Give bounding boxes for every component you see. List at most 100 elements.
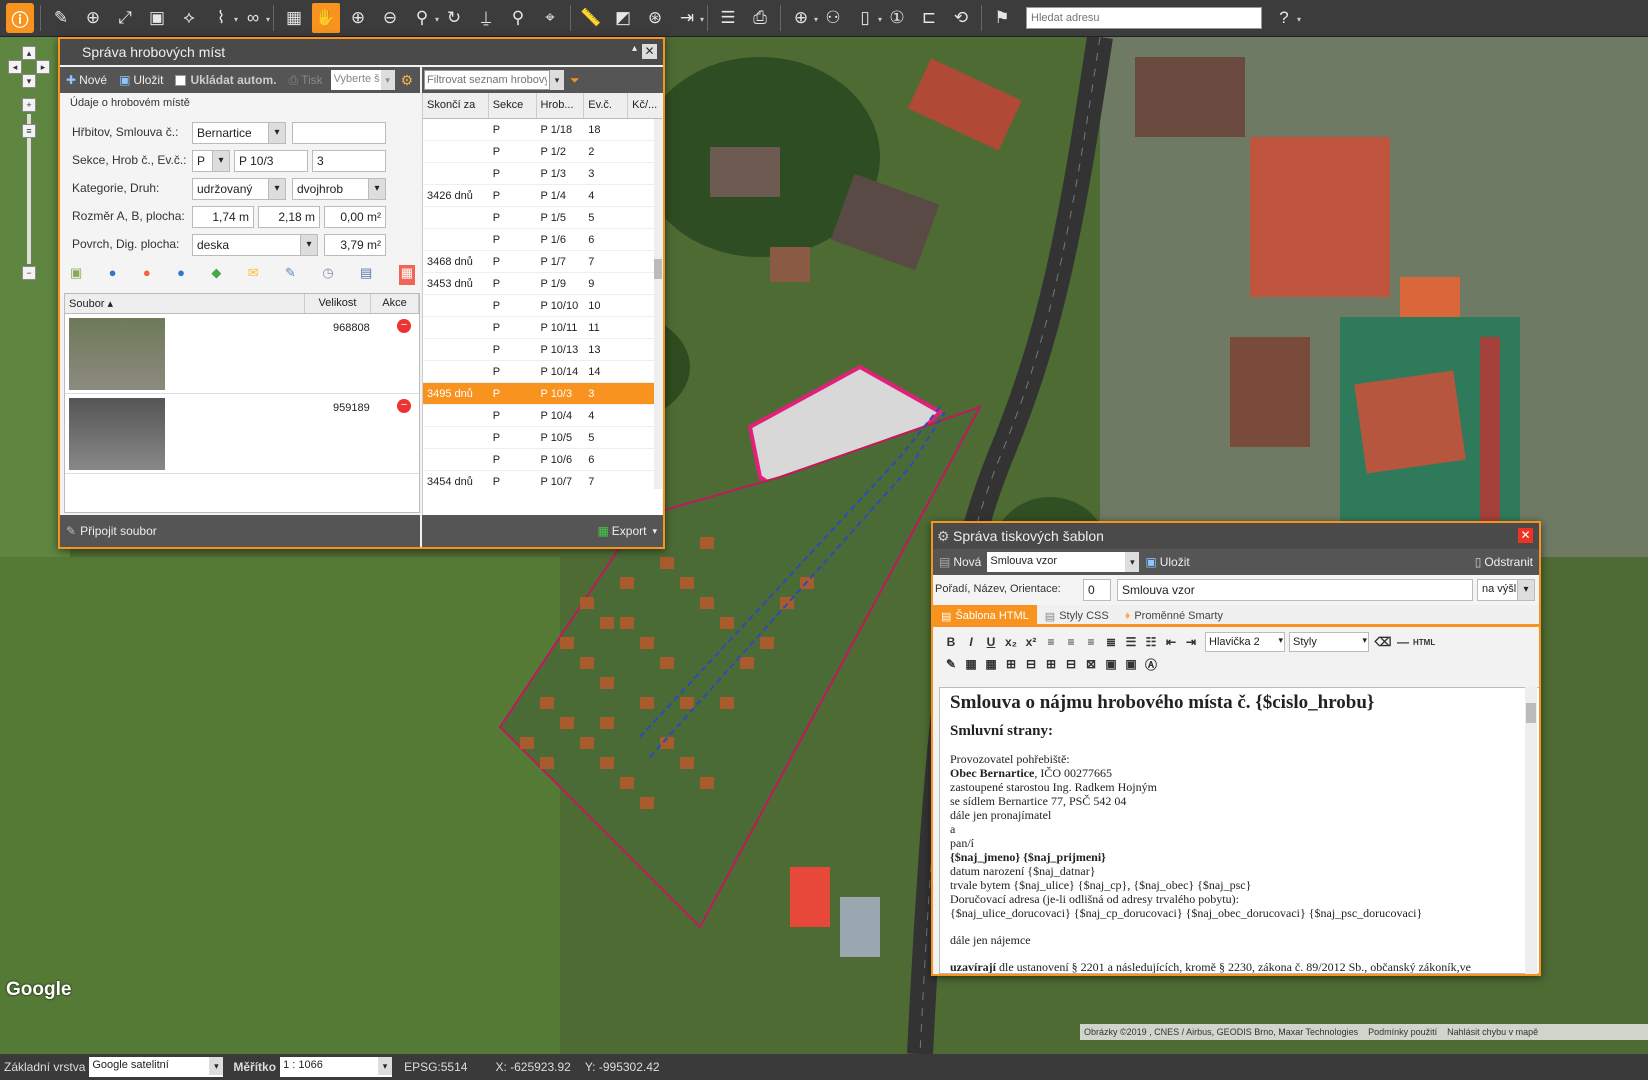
calculator-icon[interactable]: ▦ [280,3,308,33]
add-polygon-icon[interactable]: ▣ [143,3,171,33]
edit-icon[interactable]: ✎ [285,265,296,285]
person-search-icon[interactable]: ⚇ [819,3,847,33]
add-point-icon[interactable]: ⊕ [79,3,107,33]
zoom-slider-handle[interactable]: ≡ [22,124,36,138]
zoom-plus-icon[interactable]: + [22,98,36,112]
filter-list-input[interactable] [424,70,550,90]
address-search-input[interactable] [1026,7,1262,29]
panel-title-bar[interactable]: ⚙ Správa tiskových šablon ✕ [933,523,1539,549]
grid-icon[interactable]: ▦ [398,265,415,285]
area-icon[interactable]: ◩ [609,3,637,33]
category-select[interactable]: udržovaný [192,178,286,200]
tab-css[interactable]: ▤ Styly CSS [1037,605,1117,627]
underline-icon[interactable]: U [981,635,1001,649]
table-icon[interactable]: ▦ [961,657,981,671]
file-col-size[interactable]: Velikost [305,294,371,313]
envelope-icon[interactable]: ✉ [248,265,259,285]
list-scrollbar[interactable] [654,119,662,489]
kind-select[interactable]: dvojhrob [292,178,386,200]
refresh-icon[interactable]: ↻ [440,3,468,33]
editor-scrollbar[interactable] [1525,687,1537,974]
file-row[interactable]: 959189 − [65,394,419,474]
collapse-icon[interactable]: ▴ [632,43,637,54]
grave-list-row[interactable]: P P 10/13 13 [423,339,662,361]
grave-list-row[interactable]: P P 1/2 2 [423,141,662,163]
new-button[interactable]: ✚ Nové [60,67,113,93]
merge-cells-icon[interactable]: ⊠ [1081,657,1101,671]
grave-number-field[interactable]: P 10/3 [234,150,308,172]
print-template-select[interactable]: Vyberte š ▾ [330,70,395,90]
dig-area-field[interactable]: 3,79 m² [324,234,386,256]
editor-scrollbar-thumb[interactable] [1526,703,1536,723]
binoculars-icon[interactable]: ∞ [239,3,270,33]
close-icon[interactable]: ✕ [1518,528,1533,543]
contract-field[interactable] [292,122,386,144]
indent-icon[interactable]: ⇥ [1181,635,1201,649]
photo-icon[interactable]: ▣ [70,265,82,285]
col-price[interactable]: Kč/... [628,93,662,118]
col-insert-icon[interactable]: ⊞ [1041,657,1061,671]
pan-right-icon[interactable]: ▸ [36,60,50,74]
file-thumbnail[interactable] [69,318,165,390]
location-pin-icon[interactable]: ⚲ [504,3,532,33]
align-left-icon[interactable]: ≡ [1041,635,1061,649]
grave-list-row[interactable]: P P 10/11 11 [423,317,662,339]
scale-select[interactable]: 1 : 1066 [280,1057,393,1077]
chevron-down-icon[interactable]: ▾ [550,70,564,90]
heading-select[interactable]: Hlavička 2 ▾ [1205,632,1285,652]
grave-list-row[interactable]: P P 10/10 10 [423,295,662,317]
grave-list-row[interactable]: P P 1/3 3 [423,163,662,185]
source-html-icon[interactable]: HTML [1413,638,1435,647]
grave-list-row[interactable]: P P 1/5 5 [423,207,662,229]
orientation-select[interactable]: na výšl [1477,579,1535,601]
money-icon[interactable]: ◆ [211,265,221,285]
clipboard-icon[interactable]: ▯ [851,3,882,33]
outdent-icon[interactable]: ⇤ [1161,635,1181,649]
image-icon[interactable]: ▣ [1101,657,1121,671]
grave-list-row[interactable]: 3454 dnů P P 10/7 7 [423,471,662,489]
draw-line-icon[interactable]: ✎ [47,3,75,33]
template-select[interactable]: Smlouva vzor ▾ [987,552,1140,572]
subscript-icon[interactable]: x₂ [1001,635,1021,649]
edit-icon[interactable]: ✎ [941,657,961,671]
export-icon[interactable]: ⇥ [673,3,704,33]
counter-icon[interactable]: ① [883,3,911,33]
align-right-icon[interactable]: ≡ [1081,635,1101,649]
col-regno[interactable]: Ev.č. [584,93,629,118]
zoom-in-icon[interactable]: ⊕ [344,3,372,33]
horizontal-rule-icon[interactable]: ― [1393,635,1413,649]
bookmark-icon[interactable]: ⚑ [988,3,1016,33]
person-blue2-icon[interactable]: ● [177,265,185,285]
grave-list-row[interactable]: P P 1/6 6 [423,229,662,251]
world-icon[interactable]: ⊕ [787,3,818,33]
pan-left-icon[interactable]: ◂ [8,60,22,74]
person-blue-icon[interactable]: ● [109,265,117,285]
image-map-icon[interactable]: ▣ [1121,657,1141,671]
text-icon[interactable]: Ⓐ [1141,656,1161,673]
grave-list-row[interactable]: P P 10/6 6 [423,449,662,471]
html-editor-content[interactable]: Smlouva o nájmu hrobového místa č. {$cis… [939,687,1539,974]
grave-list-row[interactable]: P P 10/4 4 [423,405,662,427]
autosave-checkbox[interactable]: Ukládat autom. [169,67,282,93]
registry-number-field[interactable]: 3 [312,150,386,172]
tab-variables[interactable]: ♦ Proměnné Smarty [1117,605,1231,627]
history-icon[interactable]: ⟲ [947,3,975,33]
report-link[interactable]: Nahlásit chybu v mapě [1447,1027,1538,1037]
order-field[interactable]: 0 [1083,579,1111,601]
zoom-search-icon[interactable]: ⚲ [408,3,439,33]
grave-list-row[interactable]: 3468 dnů P P 1/7 7 [423,251,662,273]
size-b-field[interactable]: 2,18 m [258,206,320,228]
table-delete-icon[interactable]: ▦ [981,657,1001,671]
base-layer-select[interactable]: Google satelitní [89,1057,224,1077]
close-icon[interactable]: ✕ [642,44,657,59]
person-red-icon[interactable]: ● [143,265,151,285]
justify-icon[interactable]: ≣ [1101,635,1121,649]
row-delete-icon[interactable]: ⊟ [1021,657,1041,671]
export-button[interactable]: ▦ Export ▾ [591,515,663,547]
document-icon[interactable]: ☰ [714,3,742,33]
delete-file-icon[interactable]: − [397,399,411,413]
italic-icon[interactable]: I [961,635,981,649]
row-insert-icon[interactable]: ⊞ [1001,657,1021,671]
attach-file-button[interactable]: ✎ Připojit soubor [60,515,163,547]
align-center-icon[interactable]: ≡ [1061,635,1081,649]
